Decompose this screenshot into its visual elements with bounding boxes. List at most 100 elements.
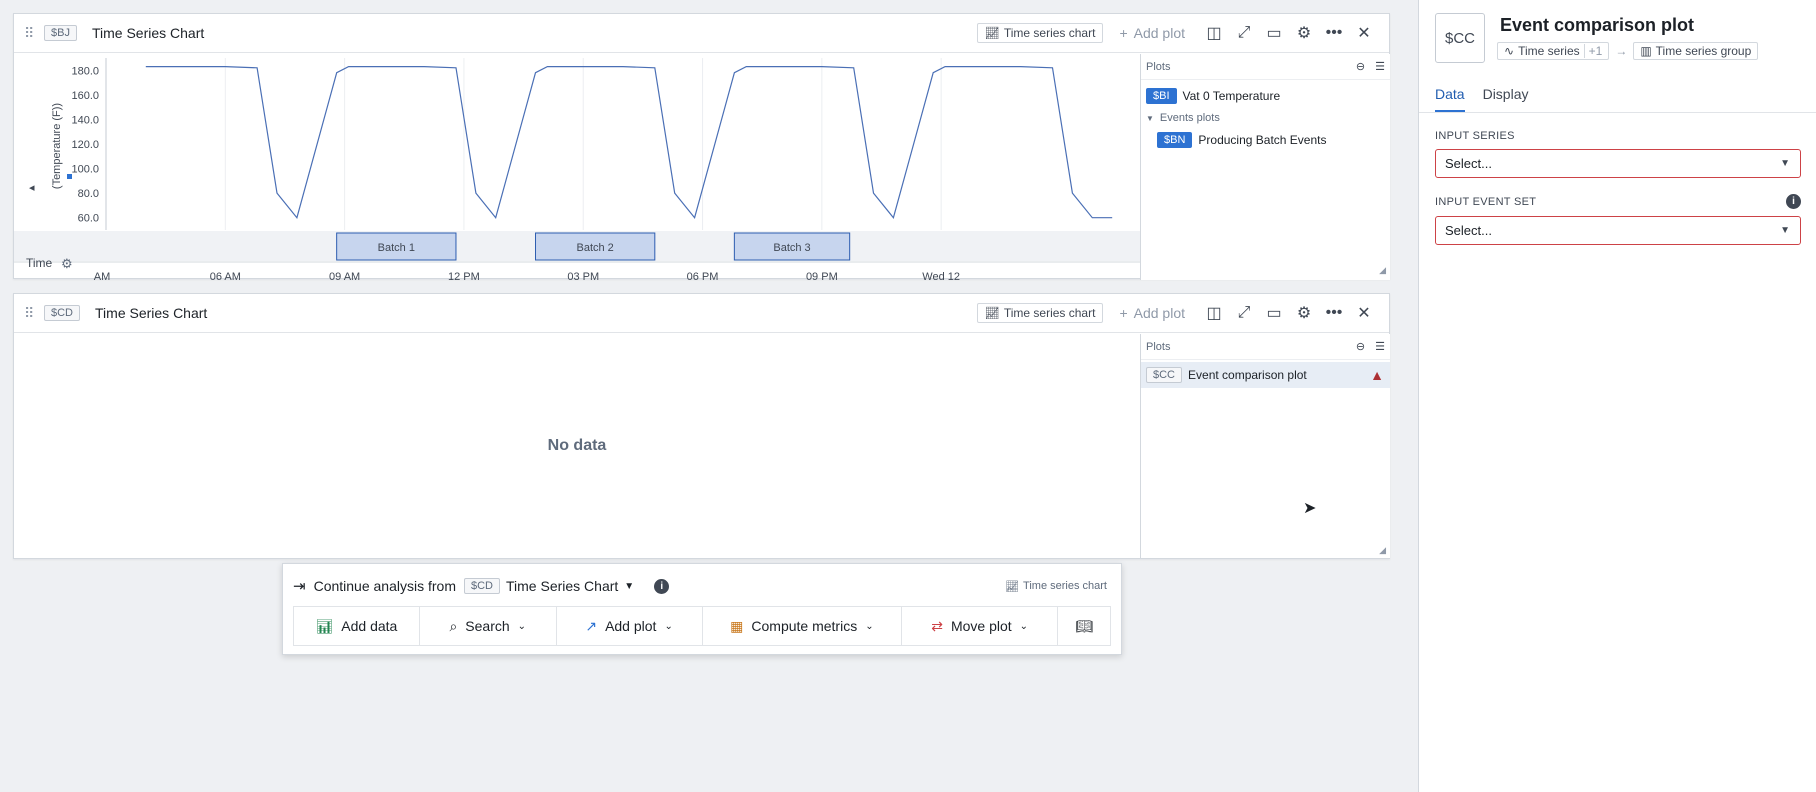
book-button[interactable]: 📖︎ [1058, 607, 1110, 645]
add-plot-button[interactable]: + Add plot [1119, 25, 1185, 41]
crumb-to[interactable]: ▥ Time series group [1633, 42, 1759, 60]
config-tabs: Data Display [1435, 86, 1801, 113]
series-line [145, 66, 1113, 219]
add-plot-icon: ↗ [585, 617, 598, 634]
panel-header: ⠿ $CD Time Series Chart 📈︎ Time series c… [14, 294, 1389, 333]
chart-type-label: Time series chart [1003, 306, 1096, 320]
list-icon[interactable]: ☰ [1375, 340, 1385, 353]
drag-handle-icon[interactable]: ⠿ [24, 25, 44, 42]
more-icon[interactable]: ••• [1319, 298, 1349, 328]
chart-type-label: Time series chart [1003, 26, 1096, 40]
y-tick-label: 160.0 [71, 90, 99, 102]
tab-display[interactable]: Display [1483, 86, 1529, 113]
chart-type-chip[interactable]: 📈︎ Time series chart [976, 303, 1104, 323]
panel-title: Time Series Chart [91, 25, 205, 41]
plot-tag: $CC [1146, 367, 1183, 383]
x-tick-label: AM [94, 271, 111, 283]
event-label: Batch 2 [577, 242, 614, 254]
chart-type-chip[interactable]: 📈︎ Time series chart [976, 23, 1104, 43]
compute-metrics-label: Compute metrics [751, 618, 858, 634]
x-tick-label: 09 PM [806, 271, 838, 283]
list-icon[interactable]: ☰ [1375, 60, 1385, 73]
plot-item-selected[interactable]: $CC Event comparison plot ▲ [1141, 362, 1390, 388]
info-icon[interactable]: i [1786, 194, 1801, 209]
move-plot-label: Move plot [950, 618, 1012, 634]
plots-sidebar: Plots ⊖ ☰ $BI Vat 0 Temperature ▼ Events … [1140, 54, 1390, 280]
plot-item[interactable]: $BN Producing Batch Events [1141, 128, 1390, 152]
plots-header-label: Plots [1146, 60, 1171, 73]
events-group-label: Events plots [1159, 112, 1220, 124]
caret-down-icon: ▼ [1780, 225, 1790, 236]
panel-title: Time Series Chart [95, 305, 208, 321]
chart-panel-2: ⠿ $CD Time Series Chart 📈︎ Time series c… [13, 293, 1390, 559]
swap-icon: ⇄ [931, 617, 943, 634]
add-data-button[interactable]: 📊︎ Add data [294, 607, 420, 645]
x-tick-label: 06 AM [210, 271, 241, 283]
more-icon[interactable]: ••• [1319, 18, 1349, 48]
breadcrumb: ∿ Time series +1 → ▥ Time series group [1497, 42, 1759, 60]
drag-handle-icon[interactable]: ⠿ [24, 305, 44, 322]
layout-icon[interactable]: ◫ [1199, 18, 1229, 48]
chart-area-empty[interactable]: No data [14, 334, 1140, 558]
chart-type-icon: 📈︎ [984, 306, 1000, 320]
source-dropdown[interactable]: $CD Time Series Chart ▼ [463, 578, 634, 594]
time-axis-gear-icon[interactable]: ⚙ [61, 256, 73, 272]
present-icon[interactable]: ▭ [1259, 298, 1289, 328]
tab-data[interactable]: Data [1435, 86, 1465, 113]
fullscreen-icon[interactable]: ⤢ [1229, 298, 1259, 328]
add-plot-menu-button[interactable]: ↗ Add plot ⌄ [557, 607, 703, 645]
input-series-value: Select... [1445, 156, 1492, 171]
input-event-set-value: Select... [1445, 223, 1492, 238]
y-axis-label: (Temperature (F)) [51, 103, 63, 189]
x-tick-label: 03 PM [567, 271, 599, 283]
chevron-down-icon: ⌄ [1019, 620, 1029, 632]
plots-sidebar: Plots ⊖ ☰ $CC Event comparison plot ▲ [1140, 334, 1390, 558]
plot-tag: $BI [1146, 88, 1177, 104]
crumb-more: +1 [1583, 44, 1602, 58]
event-label: Batch 3 [773, 242, 810, 254]
action-bar: 📊︎ Add data ⌕ Search ⌄ ↗ Add plot ⌄ ▦ Co… [293, 606, 1111, 646]
caret-down-icon: ▼ [1780, 158, 1790, 169]
present-icon[interactable]: ▭ [1259, 18, 1289, 48]
input-series-select[interactable]: Select... ▼ [1435, 149, 1801, 178]
input-event-set-select[interactable]: Select... ▼ [1435, 216, 1801, 245]
gear-icon[interactable]: ⚙ [1289, 298, 1319, 328]
y-tick-label: 140.0 [71, 114, 99, 126]
move-plot-button[interactable]: ⇄ Move plot ⌄ [902, 607, 1059, 645]
compute-metrics-button[interactable]: ▦ Compute metrics ⌄ [703, 607, 903, 645]
continue-prefix: Continue analysis from [313, 578, 456, 594]
chart-type-icon: 📈︎ [1005, 580, 1020, 593]
close-icon[interactable]: ✕ [1349, 298, 1379, 328]
plot-label: Vat 0 Temperature [1182, 89, 1281, 103]
warning-icon: ▲ [1370, 367, 1384, 383]
chevron-down-icon: ⌄ [865, 620, 874, 632]
gear-icon[interactable]: ⚙ [1289, 18, 1319, 48]
x-tick-label: Wed 12 [922, 271, 960, 283]
search-button[interactable]: ⌕ Search ⌄ [420, 607, 557, 645]
y-tick-label: 80.0 [78, 188, 99, 200]
caret-down-icon: ▼ [1146, 113, 1154, 123]
resize-handle-icon[interactable]: ◢ [1379, 265, 1386, 276]
crumb-to-label: Time series group [1655, 44, 1752, 58]
close-icon[interactable]: ✕ [1349, 18, 1379, 48]
resize-handle-icon[interactable]: ◢ [1379, 545, 1386, 556]
time-series-chart[interactable]: 180.0 160.0 140.0 120.0 100.0 80.0 60.0 (Temper… [14, 54, 1140, 292]
time-series-icon: ∿ [1504, 44, 1515, 58]
info-icon[interactable]: i [654, 578, 670, 594]
calculator-icon: ▦ [730, 617, 744, 634]
chart-panel-1: ⠿ $BJ Time Series Chart 📈︎ Time series c… [13, 13, 1390, 283]
plus-icon: + [1119, 305, 1128, 321]
chevron-down-icon: ⌄ [664, 620, 673, 632]
link-icon[interactable]: ⊖ [1356, 340, 1365, 353]
crumb-from[interactable]: ∿ Time series +1 [1497, 42, 1610, 60]
layout-icon[interactable]: ◫ [1199, 298, 1229, 328]
arrow-right-icon: → [1615, 44, 1628, 58]
panel-tag: $CD [44, 305, 81, 321]
x-tick-label: 12 PM [448, 271, 480, 283]
events-group[interactable]: ▼ Events plots [1141, 108, 1390, 128]
plot-item[interactable]: $BI Vat 0 Temperature [1141, 84, 1390, 108]
fullscreen-icon[interactable]: ⤢ [1229, 18, 1259, 48]
chart-area[interactable]: 180.0 160.0 140.0 120.0 100.0 80.0 60.0 (Temper… [14, 54, 1140, 292]
add-plot-button[interactable]: + Add plot [1119, 305, 1185, 321]
link-icon[interactable]: ⊖ [1356, 60, 1365, 73]
